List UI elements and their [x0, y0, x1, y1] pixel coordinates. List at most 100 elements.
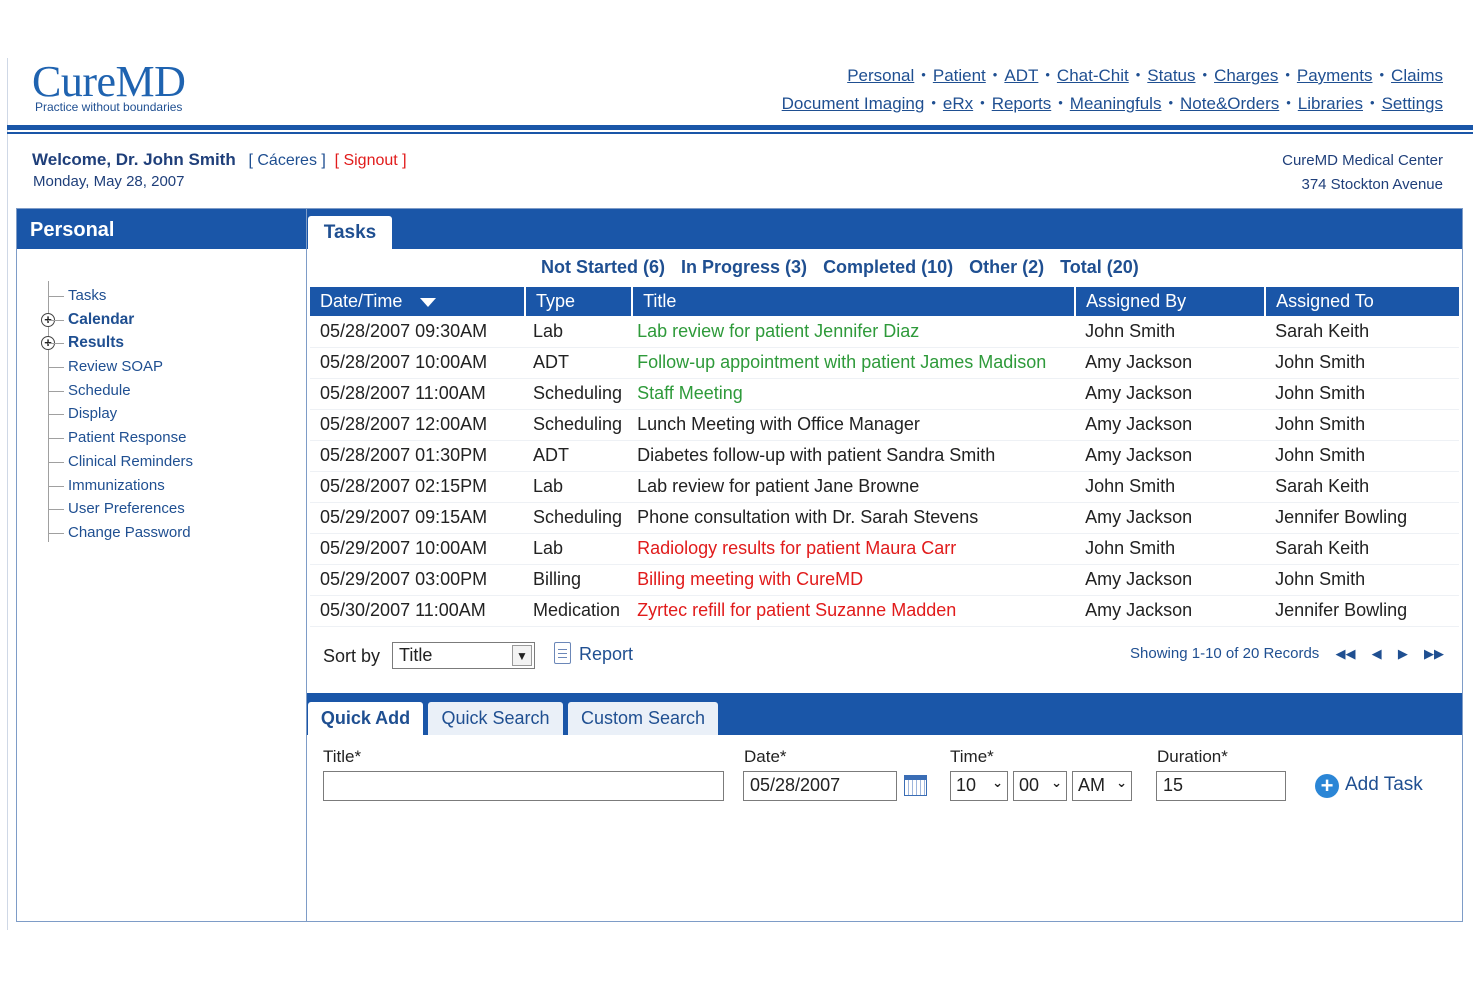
- column-header-assigned-to[interactable]: Assigned To: [1265, 287, 1459, 316]
- logo-wordmark: CureMD: [32, 57, 186, 106]
- nav-link-payments[interactable]: Payments: [1297, 66, 1373, 85]
- tab-custom-search[interactable]: Custom Search: [568, 702, 718, 735]
- cell-title[interactable]: Phone consultation with Dr. Sarah Steven…: [632, 502, 1076, 534]
- sidebar-tree: Tasks + Calendar + Results Review SOAP Schedul…: [41, 281, 295, 548]
- header-divider: [7, 125, 1473, 130]
- cell-title[interactable]: Staff Meeting: [632, 378, 1076, 410]
- nav-link-patient[interactable]: Patient: [933, 66, 986, 85]
- title-field[interactable]: [323, 771, 724, 801]
- sidebar-item-tasks[interactable]: Tasks: [45, 281, 295, 311]
- last-page-icon[interactable]: ▶▶: [1424, 646, 1444, 662]
- date-field[interactable]: 05/28/2007: [743, 771, 897, 801]
- cell-assigned-by: Amy Jackson: [1075, 440, 1266, 472]
- nav-link-settings[interactable]: Settings: [1382, 94, 1443, 113]
- chevron-down-icon[interactable]: ▼: [512, 645, 532, 666]
- tree-line: [48, 517, 49, 542]
- sidebar-item-change-password[interactable]: Change Password: [45, 517, 295, 548]
- status-filter-completed[interactable]: Completed (10): [823, 257, 953, 277]
- table-row[interactable]: 05/28/2007 12:00AM Scheduling Lunch Meetin…: [310, 409, 1459, 441]
- table-row[interactable]: 05/29/2007 09:15AM Scheduling Phone consul…: [310, 502, 1459, 534]
- nav-link-charges[interactable]: Charges: [1214, 66, 1278, 85]
- sidebar-item-review-soap[interactable]: Review SOAP: [45, 352, 295, 382]
- report-link[interactable]: Report: [554, 642, 633, 665]
- nav-link-personal[interactable]: Personal: [847, 66, 914, 85]
- tab-quick-search[interactable]: Quick Search: [428, 702, 563, 735]
- table-row[interactable]: 05/28/2007 11:00AM Scheduling Staff Meetin…: [310, 378, 1459, 410]
- sidebar-item-schedule[interactable]: Schedule: [45, 375, 295, 406]
- curemd-logo[interactable]: CureMD Practice without boundaries: [32, 57, 186, 115]
- column-header-datetime[interactable]: Date/Time: [310, 287, 526, 316]
- ampm-select[interactable]: AM ⌄: [1072, 771, 1132, 801]
- nav-link-libraries[interactable]: Libraries: [1298, 94, 1363, 113]
- cell-assigned-to: Jennifer Bowling: [1265, 595, 1459, 627]
- sidebar-item-results[interactable]: + Results: [41, 328, 295, 358]
- cell-datetime: 05/29/2007 03:00PM: [310, 564, 525, 596]
- first-page-icon[interactable]: ◀◀: [1335, 646, 1355, 662]
- sidebar-item-clinical-reminders[interactable]: Clinical Reminders: [45, 446, 295, 477]
- nav-link-claims[interactable]: Claims: [1391, 66, 1443, 85]
- cell-title[interactable]: Zyrtec refill for patient Suzanne Madden: [632, 595, 1076, 627]
- calendar-icon[interactable]: [904, 775, 927, 796]
- sidebar-item-immunizations[interactable]: Immunizations: [45, 470, 295, 501]
- sort-by-select[interactable]: Title ▼: [392, 642, 535, 669]
- cell-title[interactable]: Radiology results for patient Maura Carr: [632, 533, 1076, 565]
- chevron-down-icon: ⌄: [992, 775, 1003, 790]
- nav-link-meaningfuls[interactable]: Meaningfuls: [1070, 94, 1162, 113]
- column-header-type[interactable]: Type: [525, 287, 634, 316]
- duration-field[interactable]: 15: [1156, 771, 1286, 801]
- table-row[interactable]: 05/28/2007 10:00AM ADT Follow-up appointme…: [310, 347, 1459, 379]
- nav-link-erx[interactable]: eRx: [943, 94, 973, 113]
- nav-link-chat-chit[interactable]: Chat-Chit: [1057, 66, 1129, 85]
- sidebar-item-patient-response[interactable]: Patient Response: [45, 423, 295, 453]
- hour-select[interactable]: 10 ⌄: [950, 771, 1008, 801]
- nav-link-adt[interactable]: ADT: [1004, 66, 1038, 85]
- status-filter-in-progress[interactable]: In Progress (3): [681, 257, 807, 277]
- cell-assigned-to: Sarah Keith: [1265, 533, 1459, 565]
- column-header-title[interactable]: Title: [632, 287, 1077, 316]
- sidebar-item-display[interactable]: Display: [45, 399, 295, 429]
- cell-title[interactable]: Lunch Meeting with Office Manager: [632, 409, 1076, 441]
- column-header-label: Date/Time: [320, 291, 403, 311]
- nav-separator: •: [931, 95, 936, 110]
- table-row[interactable]: 05/28/2007 01:30PM ADT Diabetes follow-up …: [310, 440, 1459, 472]
- tree-line: [48, 399, 49, 424]
- next-page-icon[interactable]: ▶: [1398, 646, 1408, 662]
- table-row[interactable]: 05/28/2007 02:15PM Lab Lab review for pati…: [310, 471, 1459, 503]
- table-header-row: Date/Time Type Title Assigned By Assigne…: [310, 287, 1459, 316]
- tasks-table: Date/Time Type Title Assigned By Assigne…: [310, 287, 1459, 627]
- table-row[interactable]: 05/29/2007 10:00AM Lab Radiology results f…: [310, 533, 1459, 565]
- cell-type: Medication: [525, 595, 633, 627]
- sort-desc-icon[interactable]: [420, 297, 437, 307]
- nav-link-note-orders[interactable]: Note&Orders: [1180, 94, 1279, 113]
- minute-select[interactable]: 00 ⌄: [1013, 771, 1067, 801]
- table-row[interactable]: 05/30/2007 11:00AM Medication Zyrtec refil…: [310, 595, 1459, 627]
- tab-tasks[interactable]: Tasks: [308, 216, 392, 249]
- hour-value: 10: [956, 775, 977, 795]
- cell-title[interactable]: Diabetes follow-up with patient Sandra S…: [632, 440, 1076, 472]
- sidebar-item-user-preferences[interactable]: User Preferences: [45, 494, 295, 524]
- cell-title[interactable]: Lab review for patient Jane Browne: [632, 471, 1076, 503]
- signout-link[interactable]: [ Signout ]: [335, 152, 407, 169]
- cell-title[interactable]: Lab review for patient Jennifer Diaz: [632, 316, 1076, 348]
- add-task-button[interactable]: + Add Task: [1315, 774, 1423, 798]
- cell-assigned-by: Amy Jackson: [1075, 409, 1266, 441]
- cell-assigned-to: John Smith: [1265, 378, 1459, 410]
- tab-quick-add[interactable]: Quick Add: [308, 702, 423, 735]
- nav-link-status[interactable]: Status: [1147, 66, 1195, 85]
- nav-link-document-imaging[interactable]: Document Imaging: [782, 94, 925, 113]
- cell-title[interactable]: Billing meeting with CureMD: [632, 564, 1076, 596]
- cell-title[interactable]: Follow-up appointment with patient James…: [632, 347, 1076, 379]
- location-link[interactable]: [ Cáceres ]: [248, 152, 325, 169]
- table-row[interactable]: 05/29/2007 03:00PM Billing Billing meeting…: [310, 564, 1459, 596]
- cell-datetime: 05/29/2007 10:00AM: [310, 533, 525, 565]
- status-filter-total[interactable]: Total (20): [1060, 257, 1139, 277]
- table-row[interactable]: 05/28/2007 09:30AM Lab Lab review for pati…: [310, 316, 1459, 348]
- status-filter-not-started[interactable]: Not Started (6): [541, 257, 665, 277]
- column-header-assigned-by[interactable]: Assigned By: [1075, 287, 1267, 316]
- chevron-down-icon: ⌄: [1116, 775, 1127, 790]
- title-field-label: Title*: [323, 747, 362, 766]
- status-filter-other[interactable]: Other (2): [969, 257, 1044, 277]
- prev-page-icon[interactable]: ◀: [1372, 646, 1382, 662]
- nav-link-reports[interactable]: Reports: [992, 94, 1052, 113]
- sidebar-item-calendar[interactable]: + Calendar: [41, 304, 295, 335]
